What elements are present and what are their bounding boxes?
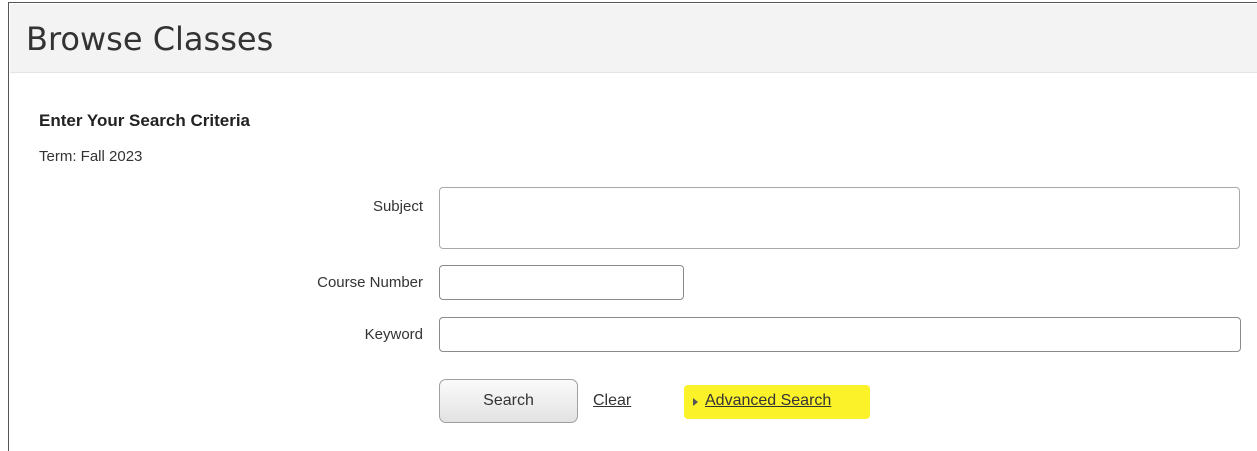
clear-link[interactable]: Clear	[593, 392, 631, 410]
advanced-search-link[interactable]: Advanced Search	[705, 392, 831, 410]
page-frame: Browse Classes Enter Your Search Criteri…	[8, 2, 1257, 451]
caret-right-icon	[693, 398, 698, 406]
subject-input[interactable]	[439, 187, 1240, 249]
search-criteria-heading: Enter Your Search Criteria	[39, 111, 251, 130]
page-title: Browse Classes	[26, 20, 274, 58]
keyword-label: Keyword	[364, 326, 423, 343]
page-header: Browse Classes	[10, 4, 1257, 73]
subject-label: Subject	[372, 198, 423, 215]
course-number-input[interactable]	[439, 265, 684, 300]
keyword-input[interactable]	[439, 317, 1241, 352]
term-label: Term: Fall 2023	[39, 148, 143, 165]
course-number-label: Course Number	[317, 274, 423, 291]
search-button[interactable]: Search	[439, 379, 578, 423]
advanced-search-toggle[interactable]: Advanced Search	[684, 385, 870, 419]
